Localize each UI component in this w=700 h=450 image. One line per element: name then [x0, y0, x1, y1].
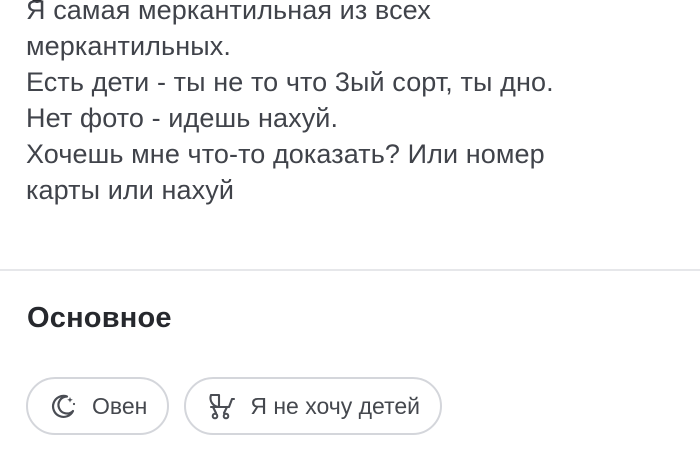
bio-line: меркантильных. [26, 31, 231, 61]
stroller-icon [206, 391, 236, 421]
zodiac-chip[interactable]: Овен [26, 377, 170, 435]
chip-label: Овен [92, 392, 148, 419]
bio-line: карты или нахуй [26, 175, 235, 205]
section-divider [0, 269, 700, 271]
bio-line: Я самая меркантильная из всех [26, 0, 431, 25]
basics-chip-list: Овен Я не хочу детей [26, 377, 442, 435]
children-chip[interactable]: Я не хочу детей [184, 377, 442, 435]
bio-line: Есть дети - ты не то что 3ый сорт, ты дн… [26, 67, 554, 97]
profile-bio: Я самая меркантильная из всех меркантиль… [26, 0, 686, 208]
chip-label: Я не хочу детей [250, 392, 420, 419]
section-title-basics: Основное [27, 302, 172, 334]
bio-line: Нет фото - идешь нахуй. [26, 103, 339, 133]
moon-zodiac-icon [48, 391, 78, 421]
bio-line: Хочешь мне что-то доказать? Или номер [26, 139, 545, 169]
